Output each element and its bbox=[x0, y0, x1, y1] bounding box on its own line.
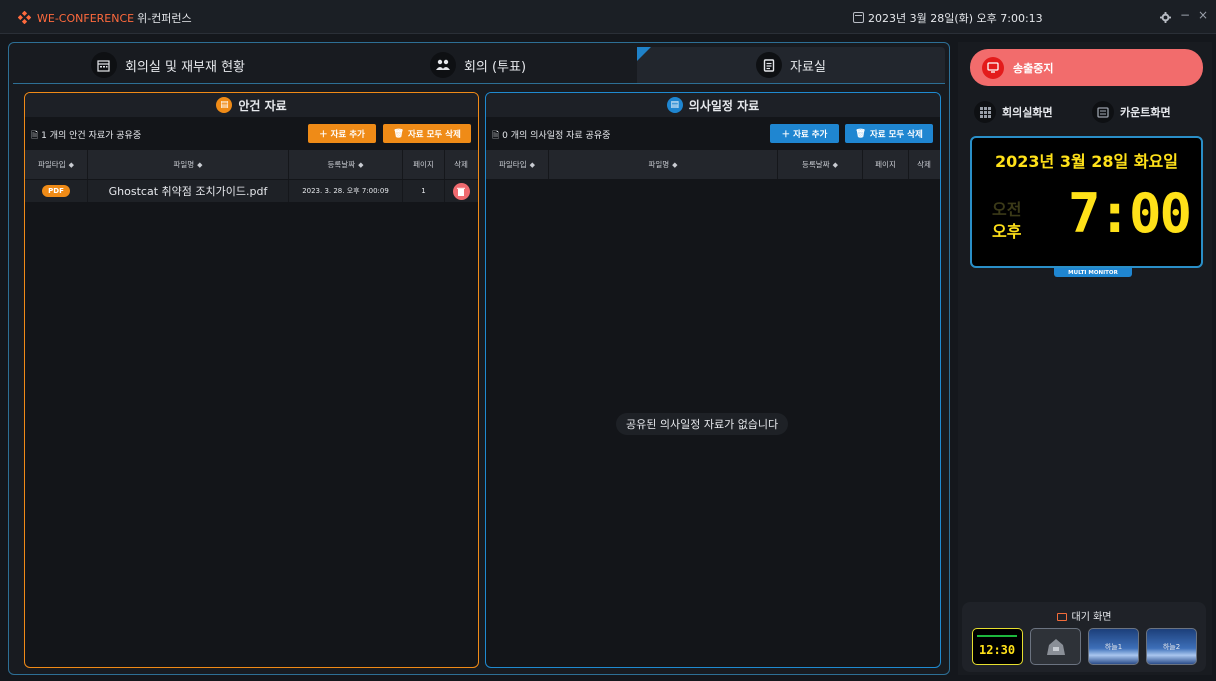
column-header-filetype[interactable]: 파일타입 ◆ bbox=[486, 150, 549, 179]
title-bar: WE-CONFERENCE 위-컨퍼런스 2023년 3월 28일(화) 오후 7… bbox=[0, 0, 1216, 34]
column-header-date[interactable]: 등록날짜 ◆ bbox=[289, 150, 403, 179]
filetype-badge: PDF bbox=[42, 185, 70, 197]
standby-thumb-logo[interactable] bbox=[1030, 628, 1081, 665]
schedule-delete-all-button[interactable]: 🗑 자료 모두 삭제 bbox=[845, 124, 933, 143]
titlebar-clock: 2023년 3월 28일(화) 오후 7:00:13 bbox=[853, 10, 1043, 26]
multi-monitor-label: MULTI MONITOR bbox=[1054, 268, 1132, 277]
file-icon: 🗎 bbox=[31, 131, 39, 141]
tab-room-status[interactable]: 회의실 및 재부재 현황 bbox=[13, 47, 323, 83]
schedule-table-header: 파일타입 ◆ 파일명 ◆ 등록날짜 ◆ 페이지 삭제 bbox=[486, 150, 940, 179]
tab-label: 자료실 bbox=[790, 59, 826, 75]
agenda-share-count: 🗎 1 개의 안건 자료가 공유중 bbox=[31, 131, 142, 141]
screen-icon bbox=[1097, 106, 1109, 118]
schedule-add-button[interactable]: ＋ 자료 추가 bbox=[770, 124, 839, 143]
agenda-add-button[interactable]: ＋ 자료 추가 bbox=[308, 124, 376, 143]
standby-screen-section: 대기 화면 12:30 하늘1 하늘2 bbox=[962, 602, 1206, 672]
column-header-filename[interactable]: 파일명 ◆ bbox=[549, 150, 778, 179]
standby-title: 대기 화면 bbox=[962, 608, 1206, 623]
date-cell: 2023. 3. 28. 오후 7:00:09 bbox=[289, 180, 403, 202]
schedule-panel: ▤ 의사일정 자료 🗎 0 개의 의사일정 자료 공유중 ＋ 자료 추가 🗑 자료… bbox=[485, 92, 941, 668]
schedule-title: 의사일정 자료 bbox=[688, 98, 760, 113]
tab-bar: 회의실 및 재부재 현황 회의 (투표) 자료실 bbox=[13, 47, 945, 83]
column-header-pages: 페이지 bbox=[863, 150, 909, 179]
file-icon: 🗎 bbox=[492, 131, 500, 141]
agenda-delete-all-button[interactable]: 🗑 자료 모두 삭제 bbox=[383, 124, 471, 143]
grid-icon bbox=[979, 106, 991, 118]
monitor-icon bbox=[1056, 613, 1067, 621]
sort-icon: ◆ bbox=[197, 160, 203, 169]
close-button[interactable]: × bbox=[1198, 8, 1208, 22]
app-title: WE-CONFERENCE 위-컨퍼런스 bbox=[37, 10, 192, 26]
monitor-time: 7:00 bbox=[1068, 182, 1192, 245]
tab-label: 회의 (투표) bbox=[463, 59, 527, 75]
trash-icon bbox=[457, 187, 465, 196]
column-header-filetype[interactable]: 파일타입 ◆ bbox=[25, 150, 88, 179]
app-logo-icon bbox=[18, 11, 31, 24]
table-row[interactable]: PDF Ghostcat 취약점 조치가이드.pdf 2023. 3. 28. … bbox=[25, 180, 478, 202]
monitor-icon bbox=[987, 62, 999, 73]
calendar-icon bbox=[853, 12, 864, 23]
sort-icon: ◆ bbox=[68, 160, 74, 169]
schedule-share-count: 🗎 0 개의 의사일정 자료 공유중 bbox=[492, 131, 611, 141]
column-header-filename[interactable]: 파일명 ◆ bbox=[88, 150, 289, 179]
schedule-panel-header: ▤ 의사일정 자료 bbox=[486, 93, 940, 117]
sort-icon: ◆ bbox=[832, 160, 838, 169]
emblem-icon bbox=[1046, 638, 1065, 655]
tab-data-room[interactable]: 자료실 bbox=[637, 47, 945, 83]
monitor-am: 오전 bbox=[992, 200, 1022, 219]
countdown-view-button[interactable]: 카운트화면 bbox=[1092, 97, 1171, 127]
standby-thumb-sky1[interactable]: 하늘1 bbox=[1088, 628, 1139, 665]
pages-cell: 1 bbox=[403, 180, 445, 202]
room-view-button[interactable]: 회의실화면 bbox=[974, 97, 1053, 127]
trash-icon: 🗑 bbox=[855, 128, 866, 139]
settings-gear-icon[interactable] bbox=[1160, 12, 1171, 23]
tab-divider bbox=[13, 83, 945, 84]
tab-meeting-vote[interactable]: 회의 (투표) bbox=[323, 47, 633, 83]
calendar-icon bbox=[97, 59, 111, 72]
side-panel: 송출중지 회의실화면 카운트화면 2023년 3월 28일 화요일 오전 오후 … bbox=[958, 42, 1212, 675]
sort-icon: ◆ bbox=[358, 160, 364, 169]
agenda-panel: ▤ 안건 자료 🗎 1 개의 안건 자료가 공유중 ＋ 자료 추가 🗑 자료 모두… bbox=[24, 92, 479, 668]
document-icon bbox=[763, 58, 775, 72]
agenda-toolbar: 🗎 1 개의 안건 자료가 공유중 ＋ 자료 추가 🗑 자료 모두 삭제 bbox=[25, 119, 478, 149]
document-icon: ▤ bbox=[216, 97, 233, 113]
column-header-delete: 삭제 bbox=[917, 160, 931, 169]
monitor-date: 2023년 3월 28일 화요일 bbox=[995, 152, 1178, 171]
monitor-pm: 오후 bbox=[992, 222, 1022, 241]
sort-icon: ◆ bbox=[529, 160, 535, 169]
standby-thumb-clock[interactable]: 12:30 bbox=[972, 628, 1023, 665]
titlebar-datetime: 2023년 3월 28일(화) 오후 7:00:13 bbox=[868, 12, 1043, 25]
agenda-panel-header: ▤ 안건 자료 bbox=[25, 93, 478, 117]
main-panel: 회의실 및 재부재 현황 회의 (투표) 자료실 ▤ 안건 자료 🗎 1 개의 … bbox=[8, 42, 950, 675]
standby-thumb-sky2[interactable]: 하늘2 bbox=[1146, 628, 1197, 665]
document-icon: ▤ bbox=[666, 97, 683, 113]
column-header-date[interactable]: 등록날짜 ◆ bbox=[778, 150, 863, 179]
minimize-button[interactable]: − bbox=[1180, 8, 1190, 22]
view-mode-buttons: 회의실화면 카운트화면 bbox=[970, 97, 1203, 127]
sort-icon: ◆ bbox=[672, 160, 678, 169]
tab-label: 회의실 및 재부재 현황 bbox=[124, 59, 246, 75]
filename-cell[interactable]: Ghostcat 취약점 조치가이드.pdf bbox=[88, 180, 289, 202]
app-name: WE-CONFERENCE bbox=[37, 12, 135, 25]
column-header-delete: 삭제 bbox=[454, 160, 468, 169]
schedule-toolbar: 🗎 0 개의 의사일정 자료 공유중 ＋ 자료 추가 🗑 자료 모두 삭제 bbox=[486, 119, 940, 149]
agenda-title: 안건 자료 bbox=[238, 98, 287, 113]
empty-state-message: 공유된 의사일정 자료가 없습니다 bbox=[616, 413, 789, 435]
app-subtitle: 위-컨퍼런스 bbox=[137, 12, 192, 25]
people-icon bbox=[435, 59, 450, 70]
monitor-preview: 2023년 3월 28일 화요일 오전 오후 7:00 MULTI MONITO… bbox=[970, 136, 1203, 277]
column-header-pages: 페이지 bbox=[403, 150, 445, 179]
trash-icon: 🗑 bbox=[393, 128, 404, 139]
stop-broadcast-button[interactable]: 송출중지 bbox=[970, 49, 1203, 86]
delete-file-button[interactable] bbox=[452, 182, 470, 200]
agenda-table-header: 파일타입 ◆ 파일명 ◆ 등록날짜 ◆ 페이지 삭제 bbox=[25, 150, 478, 179]
